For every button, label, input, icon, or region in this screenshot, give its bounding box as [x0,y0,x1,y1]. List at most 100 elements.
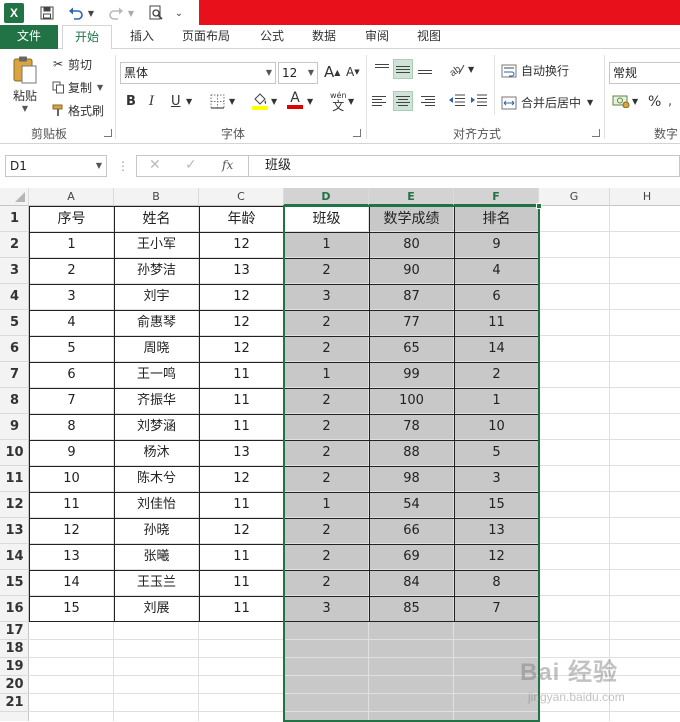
table-cell-c7[interactable]: 11 [199,362,284,388]
redo-dropdown-icon[interactable]: ▼ [126,3,136,23]
row-header-18[interactable]: 18 [0,640,29,658]
tab-review[interactable]: 审阅 [357,25,397,49]
row-header-12[interactable]: 12 [0,492,29,518]
table-cell-d6[interactable]: 2 [284,336,369,362]
table-cell-e14[interactable]: 69 [369,544,454,570]
copy-dropdown-icon[interactable]: ▼ [97,83,103,92]
font-color-button[interactable]: A [287,91,303,109]
column-header-h[interactable]: H [610,188,680,206]
table-cell-f6[interactable]: 14 [454,336,539,362]
format-painter-button[interactable]: 格式刷 [50,101,104,119]
table-cell-a12[interactable]: 11 [29,492,114,518]
table-cell-d10[interactable]: 2 [284,440,369,466]
align-middle-button[interactable] [393,59,413,79]
paste-dropdown-icon[interactable]: ▼ [22,104,28,113]
redo-icon[interactable] [106,3,126,23]
table-cell-e7[interactable]: 99 [369,362,454,388]
table-cell-e13[interactable]: 66 [369,518,454,544]
header-cell-b1[interactable]: 姓名 [114,206,199,232]
table-cell-f8[interactable]: 1 [454,388,539,414]
table-cell-d8[interactable]: 2 [284,388,369,414]
table-cell-e5[interactable]: 77 [369,310,454,336]
table-cell-c5[interactable]: 12 [199,310,284,336]
table-cell-c9[interactable]: 11 [199,414,284,440]
table-cell-c11[interactable]: 12 [199,466,284,492]
table-cell-a11[interactable]: 10 [29,466,114,492]
table-cell-b13[interactable]: 孙晓 [114,518,199,544]
bold-button[interactable]: B [126,94,136,109]
table-cell-c2[interactable]: 12 [199,232,284,258]
table-cell-c6[interactable]: 12 [199,336,284,362]
tab-formulas[interactable]: 公式 [252,25,292,49]
phonetic-dropdown-icon[interactable]: ▼ [348,97,354,106]
column-header-a[interactable]: A [29,188,114,206]
column-header-g[interactable]: G [539,188,610,206]
copy-button[interactable]: 复制 ▼ [50,78,103,96]
cancel-icon[interactable]: ✕ [149,157,161,173]
header-cell-f1[interactable]: 排名 [454,206,539,232]
table-cell-b11[interactable]: 陈木兮 [114,466,199,492]
enter-check-icon[interactable]: ✓ [185,157,197,173]
paste-button[interactable]: 粘贴 ▼ [8,55,42,121]
column-header-c[interactable]: C [199,188,284,206]
row-header-11[interactable]: 11 [0,466,29,492]
row-header-16[interactable]: 16 [0,596,29,622]
table-cell-d13[interactable]: 2 [284,518,369,544]
row-header-15[interactable]: 15 [0,570,29,596]
table-cell-e6[interactable]: 65 [369,336,454,362]
orientation-button[interactable]: ab ▼ [448,61,474,77]
undo-icon[interactable] [66,3,86,23]
table-cell-c13[interactable]: 12 [199,518,284,544]
table-cell-c3[interactable]: 13 [199,258,284,284]
tab-view[interactable]: 视图 [409,25,449,49]
table-cell-e12[interactable]: 54 [369,492,454,518]
table-cell-a10[interactable]: 9 [29,440,114,466]
table-cell-d16[interactable]: 3 [284,596,369,622]
customize-toolbar-icon[interactable]: ⌄ [173,3,185,23]
alignment-launcher-icon[interactable] [592,129,600,137]
table-cell-b15[interactable]: 王玉兰 [114,570,199,596]
table-cell-a7[interactable]: 6 [29,362,114,388]
table-cell-b4[interactable]: 刘宇 [114,284,199,310]
formula-input[interactable]: 班级 [248,155,680,177]
currency-button[interactable]: ▼ [612,94,638,108]
table-cell-f4[interactable]: 6 [454,284,539,310]
shrink-font-button[interactable]: A ▼ [346,65,360,79]
tab-home[interactable]: 开始 [62,25,112,50]
table-cell-b3[interactable]: 孙梦洁 [114,258,199,284]
merge-center-button[interactable]: 合并后居中 ▼ [501,94,593,111]
table-cell-d12[interactable]: 1 [284,492,369,518]
table-cell-d15[interactable]: 2 [284,570,369,596]
align-center-button[interactable] [393,91,413,111]
table-cell-e8[interactable]: 100 [369,388,454,414]
table-cell-c16[interactable]: 11 [199,596,284,622]
tab-data[interactable]: 数据 [304,25,344,49]
table-cell-f5[interactable]: 11 [454,310,539,336]
clipboard-launcher-icon[interactable] [104,129,112,137]
table-cell-b10[interactable]: 杨沐 [114,440,199,466]
table-cell-f3[interactable]: 4 [454,258,539,284]
table-cell-b8[interactable]: 齐振华 [114,388,199,414]
font-name-select[interactable]: 黑体 ▼ [120,62,276,84]
cut-button[interactable]: ✂ 剪切 [50,55,92,73]
table-cell-b7[interactable]: 王一鸣 [114,362,199,388]
table-cell-d14[interactable]: 2 [284,544,369,570]
borders-button[interactable]: ▼ [210,94,235,109]
save-icon[interactable] [36,3,58,23]
comma-style-button[interactable]: , [668,94,672,109]
increase-indent-button[interactable] [470,93,488,107]
table-cell-d5[interactable]: 2 [284,310,369,336]
select-all-corner[interactable] [0,188,29,206]
table-cell-a9[interactable]: 8 [29,414,114,440]
table-cell-e10[interactable]: 88 [369,440,454,466]
row-header-19[interactable]: 19 [0,658,29,676]
align-top-button[interactable] [372,59,392,79]
tab-insert[interactable]: 插入 [122,25,162,49]
header-cell-d1[interactable]: 班级 [284,206,369,232]
percent-button[interactable]: % [648,94,661,110]
table-cell-e4[interactable]: 87 [369,284,454,310]
table-cell-b16[interactable]: 刘展 [114,596,199,622]
table-cell-b5[interactable]: 俞惠琴 [114,310,199,336]
table-cell-b12[interactable]: 刘佳怡 [114,492,199,518]
font-size-select[interactable]: 12 ▼ [278,62,318,84]
